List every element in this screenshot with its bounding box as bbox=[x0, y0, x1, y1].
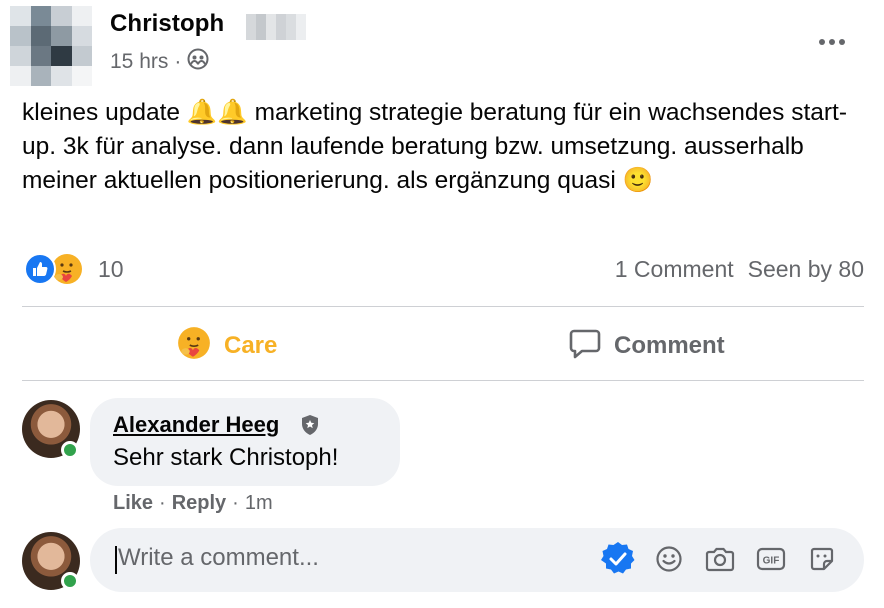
redacted-surname bbox=[246, 14, 306, 40]
online-status-icon bbox=[61, 572, 79, 590]
author-avatar[interactable] bbox=[10, 6, 92, 86]
meta-separator: · bbox=[174, 50, 182, 73]
shield-icon bbox=[300, 414, 320, 441]
care-icon bbox=[176, 325, 212, 368]
dot-separator: · bbox=[159, 492, 166, 514]
comment-placeholder: Write a comment... bbox=[118, 544, 319, 571]
text-caret bbox=[115, 546, 117, 574]
divider bbox=[22, 306, 864, 307]
dot-separator: · bbox=[232, 492, 239, 514]
online-status-icon bbox=[61, 441, 79, 459]
comment-time[interactable]: 1m bbox=[245, 492, 273, 515]
friends-icon[interactable] bbox=[187, 48, 209, 76]
sticker-icon[interactable] bbox=[804, 541, 840, 577]
comment-count[interactable]: 1 Comment bbox=[615, 256, 734, 283]
emoji-icon[interactable] bbox=[651, 541, 687, 577]
post-meta: 15 hrs · bbox=[110, 48, 209, 76]
svg-text:GIF: GIF bbox=[763, 556, 780, 567]
post-text: kleines update 🔔🔔 marketing strategie be… bbox=[22, 99, 848, 194]
post-time[interactable]: 15 hrs bbox=[110, 50, 168, 74]
comment-icon bbox=[568, 326, 602, 367]
comment-actions: Like · Reply · 1m bbox=[113, 492, 273, 515]
post-author-name[interactable]: Christoph bbox=[110, 10, 224, 38]
care-button[interactable]: Care bbox=[176, 326, 277, 366]
comment-label: Comment bbox=[614, 332, 725, 359]
reaction-summary[interactable]: 10 bbox=[24, 252, 124, 286]
comment-like-link[interactable]: Like bbox=[113, 492, 153, 515]
reaction-count: 10 bbox=[98, 255, 124, 282]
comment-button[interactable]: Comment bbox=[568, 326, 725, 366]
comment-reply-link[interactable]: Reply bbox=[172, 492, 226, 515]
dot-icon bbox=[839, 39, 845, 45]
post-stats: 1 Comment Seen by 80 bbox=[615, 256, 864, 283]
camera-icon[interactable] bbox=[702, 541, 738, 577]
like-icon bbox=[24, 253, 56, 285]
gif-icon[interactable]: GIF bbox=[753, 541, 789, 577]
comment-author[interactable]: Alexander Heeg bbox=[113, 412, 279, 438]
checkmark-icon[interactable] bbox=[600, 541, 636, 577]
care-label: Care bbox=[224, 332, 278, 359]
dot-icon bbox=[819, 39, 825, 45]
composer-toolbar: GIF bbox=[600, 541, 840, 577]
comment-text: Sehr stark Christoph! bbox=[113, 444, 339, 471]
more-options-button[interactable] bbox=[812, 26, 852, 58]
divider bbox=[22, 380, 864, 381]
dot-icon bbox=[829, 39, 835, 45]
seen-by-count[interactable]: Seen by 80 bbox=[748, 256, 864, 283]
